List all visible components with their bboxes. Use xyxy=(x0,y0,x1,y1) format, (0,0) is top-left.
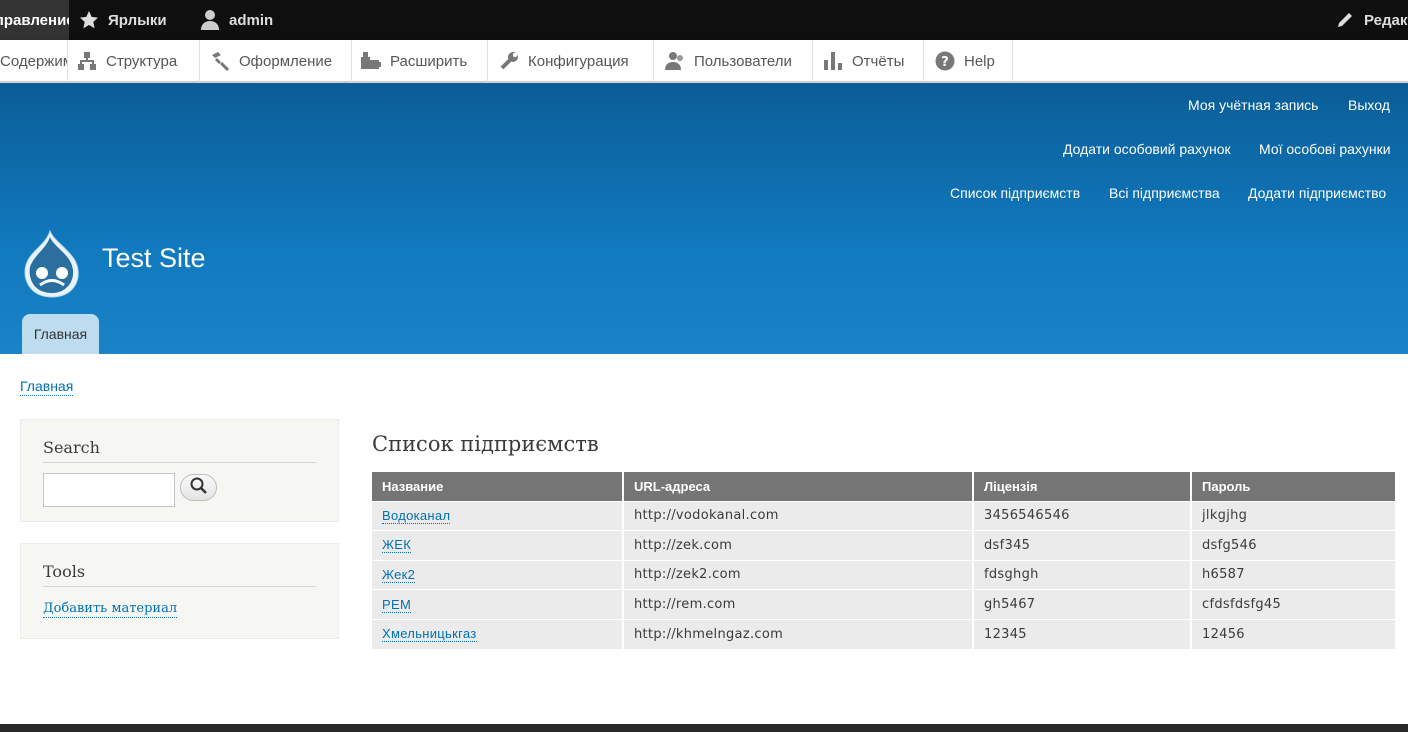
toolbar-user-label: admin xyxy=(229,11,274,29)
search-block-title: Search xyxy=(43,438,100,457)
cell-password: jlkgjhg xyxy=(1191,500,1395,531)
column-header-url[interactable]: URL-адреса xyxy=(623,472,974,501)
tray-item-extend[interactable]: Расширить xyxy=(352,40,488,82)
cell-password: h6587 xyxy=(1191,559,1395,590)
link-enterprise-list[interactable]: Список підприємств xyxy=(950,185,1080,201)
help-icon: ? xyxy=(934,50,956,72)
enterprise-link[interactable]: Водоканал xyxy=(382,507,451,524)
star-icon xyxy=(78,9,100,31)
enterprise-link[interactable]: Жек2 xyxy=(382,566,416,583)
toolbar-edit[interactable]: Редактировать xyxy=(1334,0,1408,40)
tray-item-label: Структура xyxy=(106,52,178,70)
tray-item-help[interactable]: ? Help xyxy=(924,40,1013,82)
footer xyxy=(0,724,1408,732)
tray-item-people[interactable]: Пользователи xyxy=(654,40,813,82)
toolbar-user[interactable]: admin xyxy=(199,0,273,40)
svg-text:?: ? xyxy=(941,55,949,70)
search-input[interactable] xyxy=(43,473,175,507)
cell-url: http://rem.com xyxy=(623,589,974,620)
structure-icon xyxy=(76,50,98,72)
pencil-icon xyxy=(1334,9,1356,31)
wrench-icon xyxy=(498,50,520,72)
add-content-link[interactable]: Добавить материал xyxy=(43,601,178,618)
divider xyxy=(43,462,316,463)
cell-license: 12345 xyxy=(973,618,1192,649)
tray-item-structure[interactable]: Структура xyxy=(68,40,200,82)
table-header-row: Название URL-адреса Ліцензія Пароль xyxy=(372,472,1395,501)
extend-icon xyxy=(360,50,382,72)
table-row: Хмельницькгаз http://khmelngaz.com 12345… xyxy=(372,618,1395,649)
cell-license: dsf345 xyxy=(973,530,1192,561)
toolbar-manage-label: Управление xyxy=(0,11,69,29)
cell-password: dsfg546 xyxy=(1191,530,1395,561)
link-my-accounts[interactable]: Мої особові рахунки xyxy=(1259,141,1391,157)
cell-url: http://zek.com xyxy=(623,530,974,561)
site-name[interactable]: Test Site xyxy=(102,243,206,274)
column-header-password[interactable]: Пароль xyxy=(1191,472,1395,501)
cell-url: http://vodokanal.com xyxy=(623,500,974,531)
tray-item-content[interactable]: Содержимое xyxy=(0,40,68,82)
cell-license: fdsghgh xyxy=(973,559,1192,590)
tools-block-title: Tools xyxy=(43,562,86,581)
tray-item-config[interactable]: Конфигурация xyxy=(488,40,654,82)
tray-item-label: Help xyxy=(964,52,995,70)
tray-item-label: Расширить xyxy=(390,52,468,70)
search-block: Search xyxy=(20,419,339,522)
tray-item-label: Отчёты xyxy=(852,52,905,70)
toolbar-edit-label: Редактировать xyxy=(1364,11,1408,29)
admin-toolbar: Управление Ярлыки admin Редактировать xyxy=(0,0,1408,40)
tray-item-label: Пользователи xyxy=(694,52,792,70)
search-icon xyxy=(190,477,208,499)
page-title: Список підприємств xyxy=(372,432,599,456)
drupal-logo-icon[interactable] xyxy=(20,229,84,299)
cell-url: http://khmelngaz.com xyxy=(623,618,974,649)
tray-item-appearance[interactable]: Оформление xyxy=(200,40,352,82)
appearance-icon xyxy=(209,50,231,72)
table-row: Водоканал http://vodokanal.com 345654654… xyxy=(372,500,1395,531)
link-add-account[interactable]: Додати особовий рахунок xyxy=(1063,141,1231,157)
cell-name: PEM xyxy=(372,589,624,620)
link-my-account[interactable]: Моя учётная запись xyxy=(1188,97,1318,113)
toolbar-shortcuts-label: Ярлыки xyxy=(108,11,167,29)
toolbar-manage[interactable]: Управление xyxy=(0,0,69,40)
tray-item-label: Конфигурация xyxy=(528,52,629,70)
cell-name: Жек2 xyxy=(372,559,624,590)
people-icon xyxy=(664,50,686,72)
reports-icon xyxy=(822,50,844,72)
table-row: ЖЕК http://zek.com dsf345 dsfg546 xyxy=(372,530,1395,561)
cell-name: Водоканал xyxy=(372,500,624,531)
table-row: PEM http://rem.com gh5467 cfdsfdsfg45 xyxy=(372,589,1395,620)
divider xyxy=(43,586,316,587)
cell-password: 12456 xyxy=(1191,618,1395,649)
cell-password: cfdsfdsfg45 xyxy=(1191,589,1395,620)
search-button[interactable] xyxy=(180,474,217,501)
toolbar-shortcuts[interactable]: Ярлыки xyxy=(78,0,167,40)
tools-block: Tools Добавить материал xyxy=(20,543,339,639)
table-row: Жек2 http://zek2.com fdsghgh h6587 xyxy=(372,559,1395,590)
admin-tray: Содержимое Структура Оформление Расширит… xyxy=(0,40,1408,82)
link-add-enterprise[interactable]: Додати підприємство xyxy=(1248,185,1386,201)
tray-item-reports[interactable]: Отчёты xyxy=(813,40,924,82)
tab-home[interactable]: Главная xyxy=(22,314,99,354)
cell-name: Хмельницькгаз xyxy=(372,618,624,649)
column-header-license[interactable]: Ліцензія xyxy=(973,472,1192,501)
enterprise-table: Название URL-адреса Ліцензія Пароль Водо… xyxy=(372,472,1395,649)
tray-item-label: Содержимое xyxy=(0,52,67,70)
enterprise-link[interactable]: ЖЕК xyxy=(382,537,412,554)
tray-item-label: Оформление xyxy=(239,52,333,70)
link-logout[interactable]: Выход xyxy=(1348,97,1390,113)
cell-url: http://zek2.com xyxy=(623,559,974,590)
link-all-enterprises[interactable]: Всі підприємства xyxy=(1109,185,1220,201)
enterprise-link[interactable]: Хмельницькгаз xyxy=(382,626,477,643)
column-header-name[interactable]: Название xyxy=(372,472,624,501)
enterprise-link[interactable]: PEM xyxy=(382,596,412,613)
cell-name: ЖЕК xyxy=(372,530,624,561)
cell-license: 3456546546 xyxy=(973,500,1192,531)
user-icon xyxy=(199,9,221,31)
cell-license: gh5467 xyxy=(973,589,1192,620)
site-header: Моя учётная запись Выход Додати особовий… xyxy=(0,83,1408,354)
breadcrumb-home[interactable]: Главная xyxy=(20,377,74,396)
